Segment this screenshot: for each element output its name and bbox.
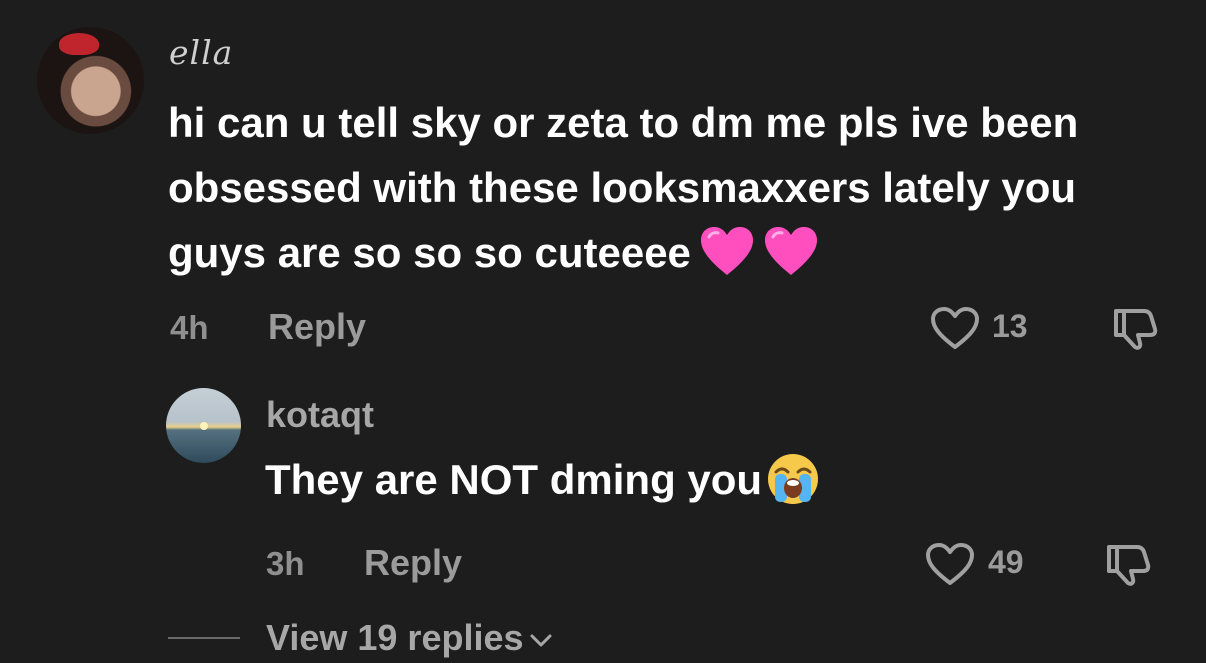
pink-heart-emoji	[700, 227, 753, 275]
reply-time: 3h	[266, 545, 305, 582]
comment-username[interactable]: ella	[169, 33, 233, 72]
loudly-crying-face-emoji	[768, 454, 819, 504]
reply-button[interactable]: Reply	[268, 306, 366, 348]
reply-like-heart-icon[interactable]	[924, 541, 976, 587]
view-replies-label: View 19 replies	[266, 617, 524, 658]
chevron-down-icon	[530, 634, 552, 647]
hair-bow-decoration	[59, 33, 99, 55]
reply-like-count: 49	[988, 544, 1024, 580]
reply-avatar[interactable]	[166, 388, 241, 463]
reply-dislike-thumb-icon[interactable]	[1103, 541, 1153, 587]
reply-username[interactable]: kotaqt	[266, 394, 374, 436]
dislike-thumb-icon[interactable]	[1110, 305, 1160, 351]
like-count: 13	[992, 308, 1028, 344]
avatar[interactable]	[37, 27, 144, 134]
sunset-sun	[200, 422, 208, 430]
reply-text: They are NOT dming you	[265, 452, 820, 506]
replies-divider	[168, 637, 240, 639]
reply-text-content: They are NOT dming you	[265, 456, 763, 503]
like-heart-icon[interactable]	[929, 305, 981, 351]
reply-reply-button[interactable]: Reply	[364, 542, 462, 584]
comment-time: 4h	[170, 309, 209, 346]
view-replies-button[interactable]: View 19 replies	[266, 617, 554, 659]
comment-text-content: hi can u tell sky or zeta to dm me pls i…	[168, 99, 1079, 276]
comment-text: hi can u tell sky or zeta to dm me pls i…	[168, 90, 1168, 285]
pink-heart-emoji	[764, 227, 817, 275]
